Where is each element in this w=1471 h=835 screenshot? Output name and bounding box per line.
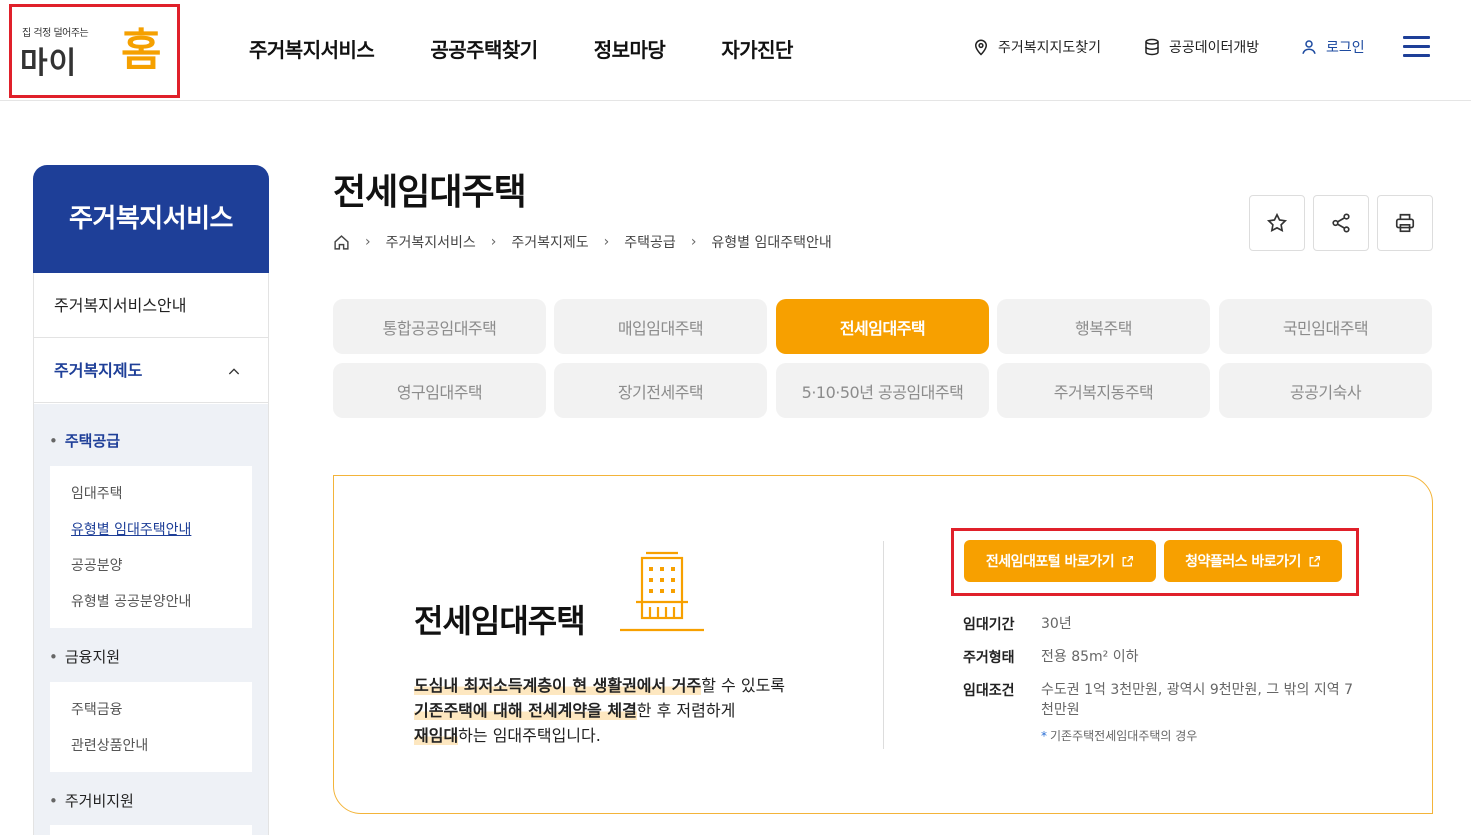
hamburger-menu-icon[interactable] [1403, 36, 1430, 58]
info-value: 전용 85m² 이하 [1041, 649, 1139, 665]
sidebar-item-label: 주거복지제도 [54, 361, 143, 380]
sidebar-item-service-guide[interactable]: 주거복지서비스안내 [34, 273, 268, 338]
sidebar-item-welfare-system[interactable]: 주거복지제도 [34, 338, 268, 403]
breadcrumb: › 주거복지서비스 › 주거복지제도 › 주택공급 › 유형별 임대주택안내 [333, 232, 832, 252]
tab-jeonse-rental[interactable]: 전세임대주택 [776, 299, 989, 354]
tab-public-dormitory[interactable]: 공공기숙사 [1219, 363, 1432, 418]
location-pin-icon [974, 39, 988, 56]
info-row-period: 임대기간 30년 [963, 614, 1361, 634]
logo-tagline: 집 걱정 덜어주는 [22, 28, 89, 39]
info-row-condition: 임대조건 수도권 1억 3천만원, 광역시 9천만원, 그 밖의 지역 7천만원 [963, 680, 1361, 720]
housing-info-card: 전세임대주택 도심내 최저소득계층이 현 생활권에서 거주할 수 있도록 기존주… [333, 475, 1433, 814]
open-data-label: 공공데이터개방 [1169, 40, 1260, 56]
breadcrumb-separator: › [603, 234, 610, 250]
info-key: 주거형태 [963, 650, 1015, 666]
external-link-icon [1309, 555, 1320, 566]
gnb-info[interactable]: 정보마당 [594, 34, 666, 63]
submenu-link-sale-types[interactable]: 유형별 공공분양안내 [71, 591, 191, 611]
user-icon [1302, 40, 1316, 54]
global-nav: 주거복지서비스 공공주택찾기 정보마당 자가진단 [249, 34, 849, 63]
submenu-box-finance: 주택금융 관련상품안내 [50, 682, 252, 772]
page-title: 전세임대주택 [333, 172, 527, 213]
login-label: 로그인 [1326, 40, 1365, 56]
tab-5-10-50-public[interactable]: 5·10·50년 공공임대주택 [776, 363, 989, 418]
submenu-box-supply: 임대주택 유형별 임대주택안내 공공분양 유형별 공공분양안내 [50, 466, 252, 628]
sidebar-item-label: 주거복지서비스안내 [54, 296, 187, 315]
info-value: 30년 [1041, 616, 1072, 632]
gnb-self-check[interactable]: 자가진단 [721, 34, 793, 63]
map-link[interactable]: 주거복지지도찾기 [972, 37, 1101, 57]
card-description: 도심내 최저소득계층이 현 생활권에서 거주할 수 있도록 기존주택에 대해 전… [414, 673, 834, 748]
submenu-link-public-sale[interactable]: 공공분양 [71, 555, 123, 575]
tab-long-term-jeonse[interactable]: 장기전세주택 [554, 363, 767, 418]
logo-home-text: 홈 [121, 25, 162, 76]
card-divider [883, 541, 884, 749]
breadcrumb-item[interactable]: 주택공급 [624, 232, 676, 252]
submenu-housing-cost[interactable]: 주거비지원 [49, 790, 134, 811]
card-title: 전세임대주택 [414, 602, 586, 640]
tab-permanent-rental[interactable]: 영구임대주택 [333, 363, 546, 418]
external-link-icon [1122, 555, 1134, 566]
submenu-finance[interactable]: 금융지원 [49, 646, 120, 667]
tab-national-rental[interactable]: 국민임대주택 [1219, 299, 1432, 354]
breadcrumb-separator: › [490, 234, 497, 250]
submenu-housing-supply[interactable]: 주택공급 [49, 430, 120, 451]
info-value: 수도권 1억 3천만원, 광역시 9천만원, 그 밖의 지역 7천만원 [1041, 682, 1353, 718]
favorite-button[interactable] [1249, 195, 1305, 251]
share-icon [1332, 213, 1350, 233]
info-row-type: 주거형태 전용 85m² 이하 [963, 647, 1361, 667]
tab-welfare-complex[interactable]: 주거복지동주택 [997, 363, 1210, 418]
sidebar-title: 주거복지서비스 [33, 165, 269, 273]
breadcrumb-item[interactable]: 주거복지서비스 [386, 232, 476, 252]
site-header: 집 걱정 덜어주는 마이 홈 주거복지서비스 공공주택찾기 정보마당 자가진단 … [0, 0, 1471, 101]
logo-text: 마이 [20, 46, 78, 81]
apply-plus-label: 청약플러스 바로가기 [1185, 554, 1301, 570]
login-link[interactable]: 로그인 [1300, 37, 1365, 57]
jeonse-portal-label: 전세임대포털 바로가기 [985, 554, 1115, 570]
desc-text: 할 수 있도록 [701, 676, 786, 695]
info-key: 임대조건 [963, 683, 1015, 699]
gnb-public-housing[interactable]: 공공주택찾기 [430, 34, 538, 63]
asterisk-icon: * [1041, 729, 1047, 743]
database-icon [1145, 38, 1159, 56]
submenu-link-housing-finance[interactable]: 주택금융 [71, 699, 123, 719]
star-icon [1266, 212, 1288, 233]
jeonse-portal-button[interactable]: 전세임대포털 바로가기 [964, 540, 1156, 582]
sidebar-submenu: 주택공급 임대주택 유형별 임대주택안내 공공분양 유형별 공공분양안내 금융지… [34, 404, 268, 835]
open-data-link[interactable]: 공공데이터개방 [1143, 37, 1259, 57]
breadcrumb-item[interactable]: 유형별 임대주택안내 [711, 232, 831, 252]
desc-highlight: 기존주택에 대해 전세계약을 체결 [414, 701, 637, 720]
gnb-housing-welfare[interactable]: 주거복지서비스 [249, 34, 375, 63]
printer-icon [1395, 213, 1415, 233]
submenu-link-rental[interactable]: 임대주택 [71, 483, 123, 503]
home-icon[interactable] [333, 234, 350, 251]
apply-plus-button[interactable]: 청약플러스 바로가기 [1164, 540, 1342, 582]
chevron-up-icon [226, 338, 242, 403]
desc-text: 하는 임대주택입니다. [458, 726, 601, 745]
breadcrumb-separator: › [365, 234, 371, 250]
tab-purchase-rental[interactable]: 매입임대주택 [554, 299, 767, 354]
map-link-label: 주거복지지도찾기 [998, 40, 1102, 56]
share-button[interactable] [1313, 195, 1369, 251]
desc-highlight: 재임대 [414, 726, 459, 745]
tab-integrated-public[interactable]: 통합공공임대주택 [333, 299, 546, 354]
note-text: 기존주택전세임대주택의 경우 [1050, 729, 1198, 743]
info-note: * 기존주택전세임대주택의 경우 [1041, 727, 1197, 744]
breadcrumb-separator: › [690, 234, 697, 250]
print-button[interactable] [1377, 195, 1433, 251]
submenu-link-products[interactable]: 관련상품안내 [71, 735, 148, 755]
submenu-link-rental-types[interactable]: 유형별 임대주택안내 [71, 519, 191, 539]
breadcrumb-item[interactable]: 주거복지제도 [511, 232, 588, 252]
submenu-box-cost [50, 825, 252, 835]
desc-text: 한 후 저렴하게 [636, 701, 736, 720]
desc-highlight: 도심내 최저소득계층이 현 생활권에서 거주 [414, 676, 702, 695]
sidebar: 주거복지서비스안내 주거복지제도 주택공급 임대주택 유형별 임대주택안내 공공… [33, 273, 269, 835]
building-icon [620, 551, 704, 632]
info-key: 임대기간 [963, 617, 1015, 633]
tab-happy-housing[interactable]: 행복주택 [997, 299, 1210, 354]
